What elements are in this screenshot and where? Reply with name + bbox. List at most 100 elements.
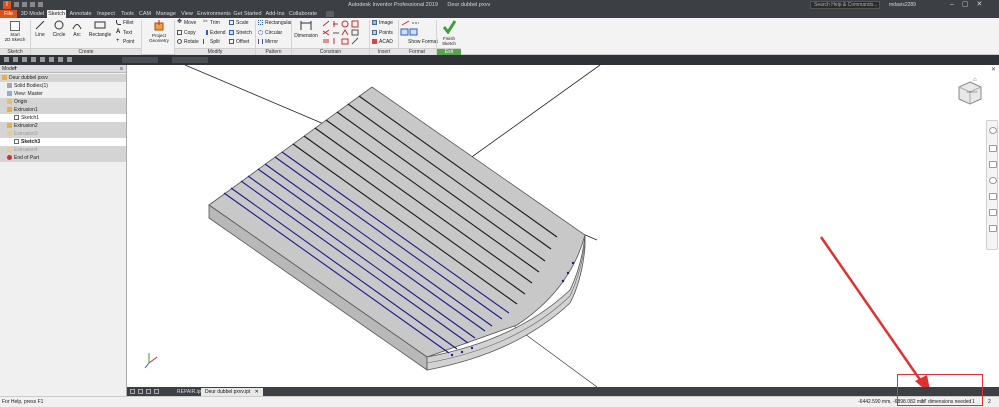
close-icon[interactable]: ✕ <box>255 389 259 395</box>
extend-button[interactable]: Extend <box>203 30 226 36</box>
browser-item-extrusion2[interactable]: Extrusion2 <box>0 122 126 130</box>
finish-sketch-button[interactable]: Finish Sketch <box>438 20 460 46</box>
trim-button[interactable]: ✂ Trim <box>203 19 220 26</box>
pan-icon[interactable] <box>989 145 997 152</box>
tab-inspect[interactable]: Inspect <box>95 10 117 18</box>
tab-sketch[interactable]: Sketch <box>47 10 66 18</box>
browser-item-extrusion3[interactable]: Extrusion3 <box>0 130 126 138</box>
constraint-icons-grid[interactable] <box>321 20 367 46</box>
tab-manage[interactable]: Manage <box>155 10 177 18</box>
circle-icon <box>54 20 64 30</box>
extrusion-icon <box>7 147 12 153</box>
tab-cam[interactable]: CAM <box>137 10 153 18</box>
orbit-icon[interactable] <box>989 177 997 184</box>
browser-item-sketch3[interactable]: Sketch3 <box>0 138 126 146</box>
tab-layout-icons[interactable] <box>130 389 166 395</box>
navigation-bar <box>986 120 998 250</box>
image-label: Image <box>379 20 393 26</box>
zoom-icon[interactable] <box>989 161 997 168</box>
extend-icon <box>203 30 208 36</box>
rotate-button[interactable]: Rotate <box>177 39 199 45</box>
tab-view[interactable]: View <box>179 10 195 18</box>
viewcube-home-icon[interactable]: ⌂ <box>973 77 977 83</box>
tab-get-started[interactable]: Get Started <box>233 10 262 18</box>
project-geometry-button[interactable]: Project Geometry <box>145 20 173 43</box>
tab-file[interactable]: File <box>0 10 17 18</box>
app-logo-icon[interactable]: I <box>3 1 11 9</box>
split-button[interactable]: Split <box>203 39 220 45</box>
format-icons[interactable] <box>400 20 436 36</box>
tab-environments[interactable]: Environments <box>197 10 231 18</box>
user-name[interactable]: mdavis2289 <box>889 0 916 10</box>
tab-add-ins[interactable]: Add-Ins <box>264 10 286 18</box>
document-title: Deur dubbel pxvv <box>447 2 491 8</box>
rectangular-pattern-icon <box>258 20 263 26</box>
search-placeholder: Search Help & Commands... <box>814 2 878 8</box>
model-view[interactable] <box>127 64 999 395</box>
status-help-text: For Help, press F1 <box>2 399 44 405</box>
browser-item-origin[interactable]: Origin <box>0 98 126 106</box>
project-geometry-label: Project Geometry <box>149 33 169 43</box>
tab-tools[interactable]: Tools <box>119 10 136 18</box>
panel-label-constrain[interactable]: Constrain <box>292 48 369 55</box>
checkmark-icon <box>442 20 457 35</box>
browser-item-end-of-part[interactable]: End of Part <box>0 154 126 162</box>
move-button[interactable]: ✥ Move <box>177 19 197 26</box>
browser-item-sketch1[interactable]: Sketch1 <box>0 114 126 122</box>
toolbar-icons[interactable] <box>4 57 114 63</box>
viewcube[interactable]: FRONT <box>957 80 983 106</box>
window-controls[interactable]: –▢✕ <box>950 0 990 10</box>
arc-button[interactable]: Arc <box>70 20 84 38</box>
circle-label: Circle <box>52 32 66 38</box>
search-input[interactable]: Search Help & Commands... <box>810 1 880 9</box>
fillet-button[interactable]: Fillet <box>116 20 134 26</box>
rectangular-pattern-button[interactable]: Rectangular <box>258 20 292 26</box>
mirror-button[interactable]: Mirror <box>258 39 278 45</box>
trim-icon: ✂ <box>203 19 209 26</box>
appearance-dropdown[interactable] <box>172 57 208 63</box>
rectangle-button[interactable]: Rectangle <box>88 20 112 38</box>
material-dropdown[interactable] <box>122 57 158 63</box>
scale-button[interactable]: Scale <box>229 20 249 26</box>
image-button[interactable]: Image <box>372 20 393 26</box>
tab-3d-model[interactable]: 3D Model <box>19 10 46 18</box>
show-format-button[interactable]: Show Format <box>408 39 438 45</box>
browser-item-extrusion4[interactable]: Extrusion4 <box>0 146 126 154</box>
offset-button[interactable]: Offset <box>229 39 249 45</box>
browser-item-view[interactable]: View: Master <box>0 90 126 98</box>
browser-item-label: Sketch3 <box>21 139 41 145</box>
tab-overflow-icon[interactable] <box>326 11 334 17</box>
browser-menu-icon[interactable]: ≡ <box>120 65 123 73</box>
panel-label-format[interactable]: Format <box>398 48 436 55</box>
copy-button[interactable]: Copy <box>177 30 196 36</box>
circle-button[interactable]: Circle <box>51 20 67 38</box>
zoom-all-icon[interactable] <box>989 225 997 232</box>
point-button[interactable]: + Point <box>116 38 135 45</box>
tab-annotate[interactable]: Annotate <box>68 10 93 18</box>
browser-add-icon[interactable]: + <box>14 65 18 73</box>
viewport-close-icon[interactable]: ✕ <box>991 66 996 73</box>
browser-item-solid-bodies[interactable]: Solid Bodies(1) <box>0 82 126 90</box>
browser-item-part[interactable]: Deur dubbel pxvv <box>0 74 126 82</box>
stretch-button[interactable]: Stretch <box>229 30 252 36</box>
title-bar: I Autodesk Inventor Professional 2019 De… <box>0 0 999 10</box>
doc-tab-deur-dubbel[interactable]: Deur dubbel pxvv.ipt ✕ <box>201 388 263 396</box>
points-button[interactable]: Points <box>372 30 393 36</box>
steering-wheel-icon[interactable] <box>989 127 997 134</box>
dimension-button[interactable]: Dimension <box>293 20 319 39</box>
browser-item-label: View: Master <box>14 91 43 97</box>
acad-button[interactable]: ACAD <box>372 39 393 45</box>
text-button[interactable]: A Text <box>116 29 132 36</box>
zoom-window-icon[interactable] <box>989 209 997 216</box>
tab-collaborate[interactable]: Collaborate <box>288 10 318 18</box>
graphics-viewport[interactable]: FRONT ⌂ <box>127 64 999 395</box>
line-button[interactable]: Line <box>33 20 47 38</box>
move-label: Move <box>184 20 197 26</box>
annotation-arrow <box>819 236 927 388</box>
point-label: Point <box>123 39 135 45</box>
start-2d-sketch-button[interactable]: Start 2D Sketch <box>3 20 27 46</box>
point-icon: + <box>116 38 120 45</box>
look-at-icon[interactable] <box>989 193 997 200</box>
browser-item-extrusion1[interactable]: Extrusion1 <box>0 106 126 114</box>
circular-pattern-button[interactable]: Circular <box>258 30 282 36</box>
